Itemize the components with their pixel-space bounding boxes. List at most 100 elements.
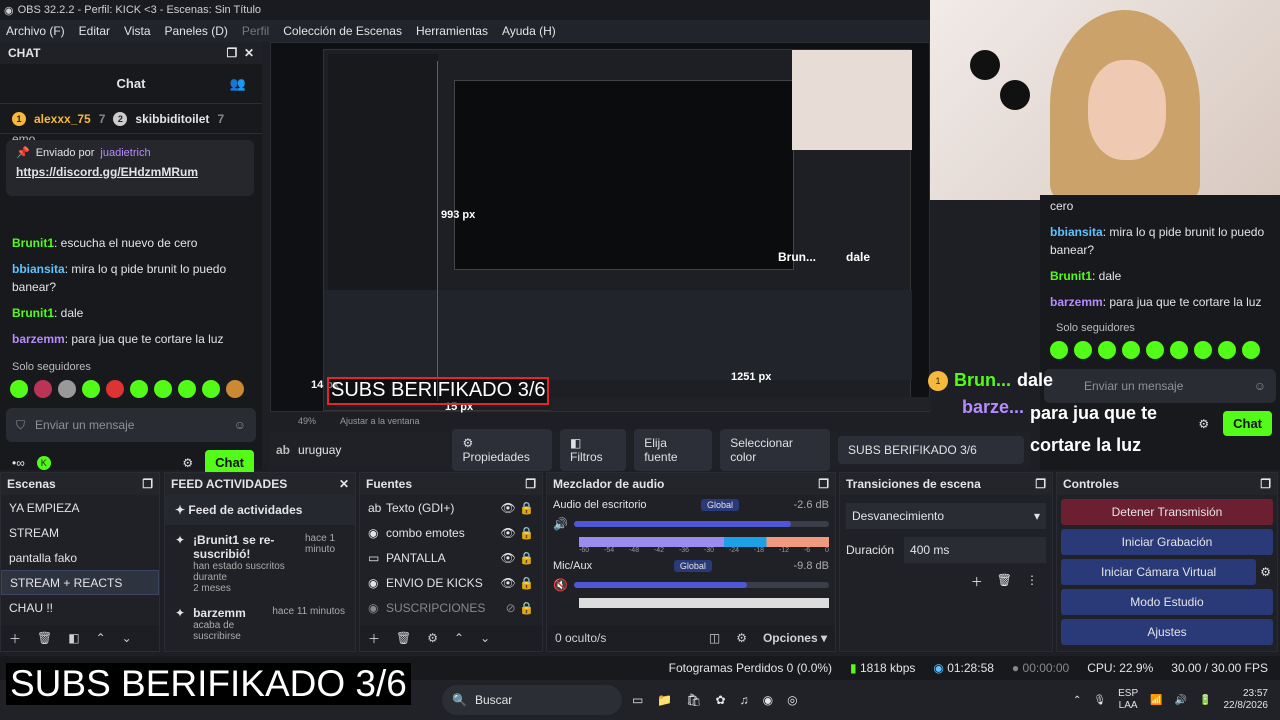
duration-input[interactable]: 400 ms: [904, 537, 1046, 563]
trash-icon[interactable]: 🗑: [997, 573, 1012, 590]
emote-icon[interactable]: [106, 380, 124, 398]
source-item[interactable]: ◉ ENVIO DE KICKS 👁 🔒: [360, 570, 542, 595]
chat-user[interactable]: bbiansita: [12, 262, 65, 276]
emote-icon[interactable]: [226, 380, 244, 398]
kick-icon[interactable]: K: [36, 455, 51, 470]
emote-icon[interactable]: [1122, 341, 1140, 359]
gifter-name[interactable]: alexxx_75: [34, 112, 91, 126]
emote-icon[interactable]: [1050, 341, 1068, 359]
emote-icon[interactable]: [1242, 341, 1260, 359]
add-icon[interactable]: ＋: [9, 630, 21, 647]
spotify-icon[interactable]: ♫: [740, 693, 749, 707]
menu-paneles[interactable]: Paneles (D): [165, 24, 228, 38]
emote-icon[interactable]: [178, 380, 196, 398]
undock-icon[interactable]: ❐: [227, 46, 238, 60]
channel-tag[interactable]: Global: [701, 499, 740, 511]
folder-icon[interactable]: 📁: [657, 693, 672, 707]
up-icon[interactable]: ⌃: [454, 631, 464, 645]
layout-icon[interactable]: ◫: [709, 631, 720, 645]
settings-button[interactable]: Ajustes: [1061, 619, 1273, 645]
emote-icon[interactable]: [1098, 341, 1116, 359]
chat-user[interactable]: Brunit1: [1050, 269, 1092, 283]
store-icon[interactable]: 🛍: [686, 693, 701, 707]
more-icon[interactable]: ⋮: [1026, 573, 1038, 590]
close-icon[interactable]: ✕: [339, 477, 349, 491]
scene-item-selected[interactable]: STREAM + REACTS: [1, 570, 159, 595]
undock-icon[interactable]: ❐: [142, 477, 153, 491]
emoji-icon[interactable]: ☺: [234, 418, 246, 432]
emote-icon[interactable]: [1218, 341, 1236, 359]
volume-slider[interactable]: [573, 521, 791, 527]
lock-icon[interactable]: 🔒: [519, 501, 534, 515]
emote-icon[interactable]: [82, 380, 100, 398]
emote-icon[interactable]: [58, 380, 76, 398]
source-item[interactable]: ◉ combo emotes 👁 🔒: [360, 520, 542, 545]
source-item[interactable]: ▭ PANTALLA 👁 🔒: [360, 545, 542, 570]
lock-icon[interactable]: 🔒: [519, 601, 534, 615]
copilot-icon[interactable]: ✿: [716, 693, 726, 707]
chrome-icon[interactable]: ◎: [787, 693, 797, 707]
emote-icon[interactable]: [1074, 341, 1092, 359]
volume-icon[interactable]: 🔊: [1175, 695, 1187, 706]
eye-off-icon[interactable]: ⊘: [506, 601, 516, 615]
down-icon[interactable]: ⌄: [480, 631, 490, 645]
emote-icon[interactable]: [1194, 341, 1212, 359]
properties-button[interactable]: ⚙ Propiedades: [452, 429, 552, 471]
scene-item[interactable]: STREAM: [1, 520, 159, 545]
pinned-user[interactable]: juadietrich: [100, 147, 150, 159]
scene-item[interactable]: CHAU !!: [1, 595, 159, 620]
eye-icon[interactable]: 👁: [500, 576, 515, 590]
chat-user[interactable]: Brunit1: [12, 236, 54, 250]
menu-perfil[interactable]: Perfil: [242, 24, 269, 38]
mic-icon[interactable]: 🎙: [1093, 695, 1106, 706]
muted-speaker-icon[interactable]: 🔇: [553, 578, 568, 592]
close-icon[interactable]: ✕: [244, 46, 254, 60]
pinned-link[interactable]: https://discord.gg/EHdzmMRum: [16, 165, 244, 179]
emote-icon[interactable]: [202, 380, 220, 398]
task-view-icon[interactable]: ▭: [632, 693, 643, 707]
menu-herramientas[interactable]: Herramientas: [416, 24, 488, 38]
gear-icon[interactable]: ⚙: [427, 631, 438, 645]
selected-text-source[interactable]: SUBS BERIFIKADO 3/6: [327, 377, 549, 405]
preview-canvas[interactable]: Brun... dale 993 px 1251 px 14 px 15 px …: [270, 42, 931, 413]
emote-icon[interactable]: [130, 380, 148, 398]
virtual-camera-button[interactable]: Iniciar Cámara Virtual: [1061, 559, 1257, 585]
emote-icon[interactable]: [1170, 341, 1188, 359]
speaker-icon[interactable]: 🔊: [553, 517, 568, 531]
chat-input[interactable]: ⛉ Enviar un mensaje ☺: [6, 408, 256, 442]
down-icon[interactable]: ⌄: [122, 631, 132, 645]
chat-user[interactable]: Brunit1: [12, 306, 54, 320]
options-button[interactable]: Opciones ▾: [763, 631, 827, 645]
scene-item[interactable]: pantalla fako: [1, 545, 159, 570]
battery-icon[interactable]: 🔋: [1199, 695, 1211, 706]
add-icon[interactable]: ＋: [368, 630, 380, 647]
users-icon[interactable]: 👥: [230, 76, 246, 92]
gifter-name[interactable]: skibbiditoilet: [135, 112, 209, 126]
wifi-icon[interactable]: 📶: [1150, 695, 1162, 706]
add-icon[interactable]: ＋: [971, 573, 983, 590]
trash-icon[interactable]: 🗑: [396, 631, 411, 645]
eye-icon[interactable]: 👁: [500, 526, 515, 540]
zoom-level[interactable]: 49%: [298, 416, 316, 426]
chat-user[interactable]: barzemm: [12, 332, 65, 346]
chat-send-button[interactable]: Chat: [1223, 411, 1272, 436]
taskbar-search[interactable]: 🔍 Buscar: [442, 685, 622, 715]
emote-icon[interactable]: [154, 380, 172, 398]
eye-icon[interactable]: 👁: [500, 501, 515, 515]
filter-icon[interactable]: ◧: [68, 631, 79, 645]
channel-tag[interactable]: Global: [673, 560, 712, 572]
obs-icon[interactable]: ◉: [763, 693, 773, 707]
source-item[interactable]: ◉ SUSCRIPCIONES ⊘ 🔒: [360, 595, 542, 620]
emote-icon[interactable]: [10, 380, 28, 398]
clock-time[interactable]: 23:57: [1243, 688, 1268, 699]
undock-icon[interactable]: ❐: [1035, 477, 1046, 491]
transition-select[interactable]: Desvanecimiento ▾: [846, 503, 1046, 529]
lang[interactable]: ESP: [1118, 688, 1138, 699]
emoji-icon[interactable]: ☺: [1254, 379, 1266, 393]
undock-icon[interactable]: ❐: [525, 477, 536, 491]
volume-slider[interactable]: [573, 582, 748, 588]
eye-icon[interactable]: 👁: [500, 551, 515, 565]
menu-ayuda[interactable]: Ayuda (H): [502, 24, 556, 38]
undock-icon[interactable]: ❐: [818, 477, 829, 491]
gear-icon[interactable]: ⚙: [736, 631, 747, 645]
